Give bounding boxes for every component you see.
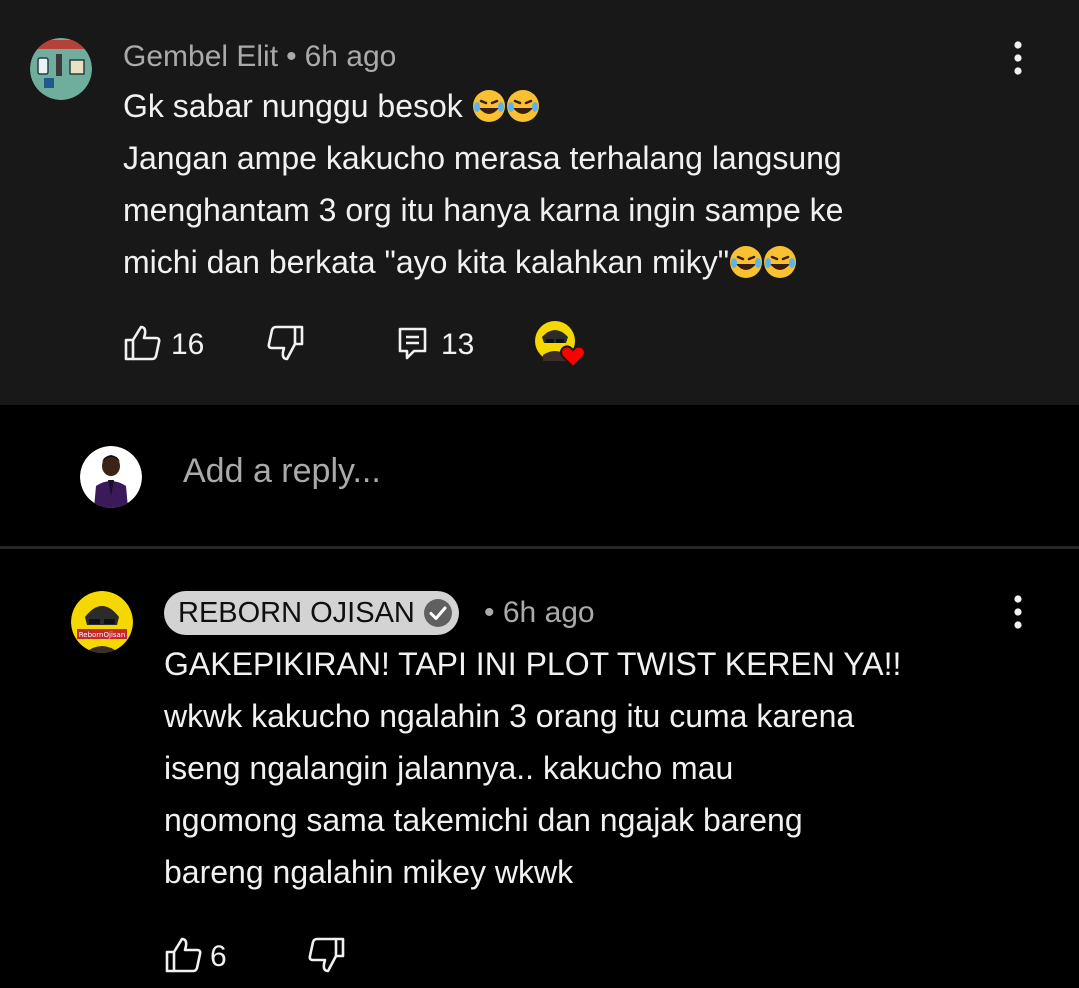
dislike-button[interactable]	[306, 935, 346, 979]
comment-meta: • 6h ago	[484, 596, 595, 630]
like-count: 16	[171, 328, 205, 361]
author-name[interactable]: Gembel Elit	[123, 40, 278, 73]
comment-line: GAKEPIKIRAN! TAPI INI PLOT TWIST KEREN Y…	[164, 646, 902, 682]
author-avatar-reborn-ojisan[interactable]: RebornOjisan	[71, 591, 133, 653]
more-vertical-icon[interactable]	[1003, 38, 1033, 78]
comment-line: bareng ngalahin mikey wkwk	[164, 854, 574, 890]
channel-owner-chip[interactable]: REBORN OJISAN	[164, 591, 459, 635]
section-divider	[0, 546, 1079, 549]
like-button[interactable]: 16	[123, 323, 204, 367]
comment-time: 6h ago	[304, 40, 397, 73]
comment-time: 6h ago	[502, 596, 595, 629]
reply-count: 13	[441, 328, 475, 361]
laughing-emoji-icon	[763, 244, 797, 280]
author-name: REBORN OJISAN	[178, 596, 415, 629]
comment-line: ngomong sama takemichi dan ngajak bareng	[164, 802, 803, 838]
add-reply-input[interactable]: Add a reply...	[183, 452, 381, 491]
current-user-avatar[interactable]	[80, 446, 142, 508]
comment-meta: Gembel Elit • 6h ago	[123, 40, 396, 74]
comment-body: GAKEPIKIRAN! TAPI INI PLOT TWIST KEREN Y…	[164, 638, 901, 898]
like-count: 6	[210, 940, 227, 973]
comment-actions: 6	[164, 935, 424, 979]
replies-button[interactable]: 13	[397, 323, 474, 367]
creator-heart-icon	[560, 345, 586, 369]
reply-comment-icon	[397, 326, 429, 365]
laughing-emoji-icon	[506, 88, 540, 124]
comment-line: Gk sabar nunggu besok	[123, 80, 843, 132]
meta-separator: •	[286, 40, 297, 73]
comment-actions: 16 13	[123, 321, 643, 369]
comment-line: wkwk kakucho ngalahin 3 orang itu cuma k…	[164, 698, 855, 734]
creator-heart-badge	[533, 321, 589, 369]
comment-body: Gk sabar nunggu besok Jangan ampe kakuch…	[123, 80, 843, 288]
comment-line: iseng ngalangin jalannya.. kakucho mau	[164, 750, 734, 786]
thumbs-down-icon	[265, 324, 305, 367]
thumbs-down-icon	[306, 936, 346, 979]
laughing-emoji-icon	[729, 244, 763, 280]
verified-check-icon	[423, 598, 453, 628]
dislike-button[interactable]	[265, 323, 305, 367]
meta-separator: •	[484, 596, 495, 629]
more-vertical-icon[interactable]	[1003, 592, 1033, 632]
author-avatar-gembel-elit[interactable]	[30, 38, 92, 100]
comment-line: Jangan ampe kakucho merasa terhalang lan…	[123, 140, 842, 176]
avatar-label: RebornOjisan	[79, 631, 126, 639]
comment-line: menghantam 3 org itu hanya karna ingin s…	[123, 192, 844, 228]
laughing-emoji-icon	[472, 88, 506, 124]
thumbs-up-icon	[164, 936, 204, 979]
thumbs-up-icon	[123, 324, 163, 367]
like-button[interactable]: 6	[164, 935, 227, 979]
comment-line: michi dan berkata "ayo kita kalahkan mik…	[123, 236, 843, 288]
